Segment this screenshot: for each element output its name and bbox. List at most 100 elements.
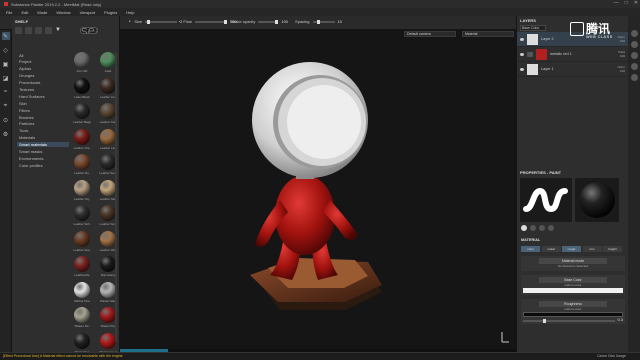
- alpha-tab-icon[interactable]: [530, 225, 536, 231]
- shelf-category-project[interactable]: Project: [17, 59, 69, 64]
- shelf-category-smart-masks[interactable]: Smart masks: [17, 148, 69, 154]
- shelf-category-tools[interactable]: Tools: [17, 128, 69, 133]
- roughness-value[interactable]: 0.3: [617, 317, 623, 322]
- brush-tab-icon[interactable]: [521, 225, 527, 231]
- shelf-category-textures[interactable]: Textures: [17, 86, 69, 92]
- material-thumbnail[interactable]: Leather Sty.: [70, 179, 94, 202]
- settings-icon[interactable]: ⚙: [2, 130, 10, 138]
- shelf-category-procedurals[interactable]: Procedurals: [17, 80, 69, 85]
- close-button[interactable]: ✕: [634, 0, 638, 6]
- menu-plugins[interactable]: Plugins: [104, 10, 117, 15]
- stroke-opacity-value[interactable]: 100: [281, 19, 288, 24]
- layer-row[interactable]: Layer 1 Norm 100: [517, 62, 628, 77]
- material-thumbnail[interactable]: Leather Ro.: [70, 154, 94, 176]
- texture-set-icon[interactable]: [630, 41, 638, 48]
- layer-opacity: 100: [619, 54, 625, 58]
- spacing-value[interactable]: 10: [338, 19, 342, 24]
- maximize-button[interactable]: □: [625, 0, 628, 6]
- material-thumbnail[interactable]: Leather Ore.: [70, 128, 94, 151]
- flow-slider[interactable]: [194, 19, 227, 24]
- display-settings-icon[interactable]: [630, 52, 638, 59]
- shelf-category-materials[interactable]: Materials: [17, 135, 69, 140]
- eraser-icon[interactable]: ◇: [2, 46, 10, 54]
- shelf-category-environments[interactable]: Environments: [17, 155, 69, 161]
- material-ball: [74, 128, 90, 145]
- layer-blend-info[interactable]: Pass 100: [609, 50, 625, 58]
- stencil-tab-icon[interactable]: [539, 225, 545, 231]
- menu-mode[interactable]: Mode: [37, 10, 47, 15]
- layer-blend-info[interactable]: Norm 100: [609, 65, 625, 73]
- color-picker-icon[interactable]: ⊙: [2, 116, 10, 124]
- status-bar: [Effect Procedural Use] A Material effec…: [0, 352, 640, 360]
- shelf-category-color-profiles[interactable]: Color profiles: [17, 162, 69, 168]
- spacing-label: Spacing: [295, 19, 310, 24]
- stroke-opacity-slider[interactable]: [258, 19, 279, 24]
- shelf-category-brushes[interactable]: Brushes: [17, 114, 69, 120]
- shelf-category-all[interactable]: All: [17, 52, 69, 58]
- shelf-search-input[interactable]: [79, 26, 98, 34]
- shelf-category-alphas[interactable]: Alphas: [17, 66, 69, 71]
- smudge-icon[interactable]: ≈: [2, 88, 10, 96]
- material-ball: [74, 307, 90, 323]
- menu-viewport[interactable]: Viewport: [80, 10, 96, 15]
- paint-brush-icon[interactable]: ✎: [1, 32, 10, 40]
- material-ball: [100, 256, 116, 272]
- filter-icon[interactable]: ▼: [55, 27, 61, 33]
- channel-toggle-rough[interactable]: rough: [562, 246, 581, 252]
- material-thumbnail[interactable]: Leather Sch.: [70, 205, 94, 227]
- menu-window[interactable]: Window: [56, 10, 70, 15]
- menu-edit[interactable]: Edit: [21, 10, 28, 15]
- material-thumbnail[interactable]: Plaster Ro.: [70, 307, 94, 329]
- shelf-category-particles[interactable]: Particles: [17, 121, 69, 126]
- material-thumbnail[interactable]: Latex Black: [70, 77, 94, 100]
- shelf-category-smart-materials[interactable]: Smart materials: [17, 141, 69, 147]
- base-color-swatch[interactable]: [523, 288, 623, 293]
- shader-settings-icon[interactable]: [630, 63, 638, 70]
- channel-toggle-height[interactable]: height: [603, 246, 622, 252]
- layer-row[interactable]: metalic red 1 Pass 100: [517, 47, 628, 62]
- shelf-category-filters[interactable]: Filters: [17, 107, 69, 113]
- 3d-viewport[interactable]: Default camera Material: [120, 30, 516, 352]
- material-ball: [74, 179, 90, 196]
- minimize-button[interactable]: —: [614, 0, 619, 6]
- channel-toggle-metal[interactable]: metal: [541, 246, 561, 252]
- history-icon[interactable]: [630, 74, 638, 81]
- material-thumbnail[interactable]: Leatherette: [70, 256, 94, 278]
- status-warning: [Effect Procedural Use] A Material effec…: [3, 354, 123, 358]
- material-thumbnail[interactable]: Leather Bags: [70, 103, 94, 125]
- shelf-category-hard-surfaces[interactable]: Hard Surfaces: [17, 93, 69, 99]
- material-thumbnail[interactable]: Leather Sup.: [70, 230, 94, 253]
- material-tab-icon[interactable]: [548, 225, 554, 231]
- roughness-slider[interactable]: [523, 319, 616, 323]
- material-label: Marble Fine: [74, 298, 90, 303]
- visibility-eye-icon[interactable]: [520, 52, 524, 56]
- geometry-fill-icon[interactable]: ◪: [2, 74, 10, 82]
- visibility-eye-icon[interactable]: [520, 67, 524, 71]
- channel-toggle-color[interactable]: color: [521, 246, 540, 252]
- layer-opacity: 100: [619, 69, 625, 73]
- size-icon: ⚬: [128, 19, 132, 24]
- menu-file[interactable]: File: [6, 10, 12, 15]
- material-ball: [100, 154, 116, 170]
- layers-panel-icon[interactable]: [630, 30, 638, 37]
- channel-dropdown[interactable]: Base Color: [520, 25, 546, 31]
- material-ball: [100, 52, 116, 68]
- list-view-icon[interactable]: [45, 26, 52, 34]
- grid-view-icon[interactable]: [35, 26, 42, 34]
- menu-help[interactable]: Help: [126, 10, 134, 15]
- layer-name[interactable]: metalic red 1: [550, 52, 606, 56]
- channel-toggle-nrm[interactable]: nrm: [582, 246, 602, 252]
- visibility-eye-icon[interactable]: [520, 37, 524, 41]
- spacing-slider[interactable]: [312, 19, 335, 24]
- shelf-scrollbar[interactable]: [115, 52, 117, 342]
- layer-name[interactable]: Layer 1: [541, 67, 606, 71]
- size-slider[interactable]: [145, 19, 178, 24]
- shelf-category-skin[interactable]: Skin: [17, 100, 69, 106]
- projection-icon[interactable]: ▣: [2, 60, 10, 68]
- shelf-category-grunges[interactable]: Grunges: [17, 73, 69, 78]
- material-thumbnail[interactable]: Marble Fine: [70, 281, 94, 304]
- import-icon[interactable]: [25, 26, 32, 34]
- new-folder-icon[interactable]: [15, 26, 22, 34]
- material-thumbnail[interactable]: Iron Old: [70, 52, 94, 74]
- clone-icon[interactable]: ⌖: [2, 102, 10, 110]
